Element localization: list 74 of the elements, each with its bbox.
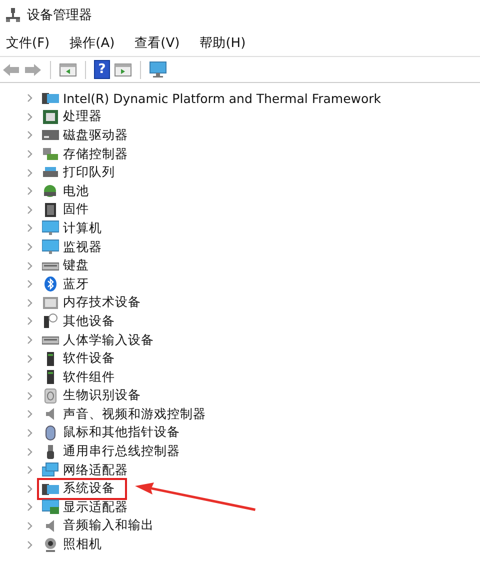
expand-chevron-icon[interactable] xyxy=(27,522,33,530)
chip-icon xyxy=(42,202,59,218)
expand-chevron-icon[interactable] xyxy=(27,392,33,400)
panel-button[interactable] xyxy=(114,62,132,78)
monitor-button[interactable] xyxy=(149,61,167,78)
tree-item-label: 人体学输入设备 xyxy=(63,332,154,349)
expand-chevron-icon[interactable] xyxy=(27,354,33,363)
tree-item-label: 打印队列 xyxy=(63,164,115,182)
expand-chevron-icon[interactable] xyxy=(27,94,33,102)
memory-card-icon xyxy=(42,294,59,311)
expand-chevron-icon[interactable] xyxy=(27,150,33,158)
tree-item-label: 监视器 xyxy=(63,238,102,256)
expand-chevron-icon[interactable] xyxy=(27,131,33,140)
tree-item-label: 通用串行总线控制器 xyxy=(63,443,180,460)
tree-item-label: 软件设备 xyxy=(63,350,115,368)
tree-item-label: 存储控制器 xyxy=(63,146,128,163)
expand-chevron-icon[interactable] xyxy=(27,336,33,344)
display-adapter-icon xyxy=(42,499,59,516)
fingerprint-icon xyxy=(42,388,59,404)
tree-item-label: 键盘 xyxy=(63,257,89,274)
tree-item-label: Intel(R) Dynamic Platform and Thermal Framework xyxy=(63,90,382,106)
expand-chevron-icon[interactable] xyxy=(27,317,33,326)
tree-item-label: 电池 xyxy=(63,182,89,200)
expand-chevron-icon[interactable] xyxy=(27,112,33,121)
bluetooth-icon xyxy=(42,276,59,292)
tree-item-label: 照相机 xyxy=(63,536,102,554)
menu-item[interactable]: 帮助(H) xyxy=(200,34,246,52)
tree-item-label: 显示适配器 xyxy=(63,498,128,516)
expand-chevron-icon[interactable] xyxy=(27,224,33,232)
camera-icon xyxy=(42,536,59,553)
tree-item-label: 其他设备 xyxy=(63,312,115,330)
expand-chevron-icon[interactable] xyxy=(27,373,33,382)
menu-item[interactable]: 查看(V) xyxy=(134,34,180,52)
menu-item[interactable]: 操作(A) xyxy=(70,34,115,52)
menu-item[interactable]: 文件(F) xyxy=(6,34,50,52)
help-button[interactable]: ? xyxy=(94,60,110,79)
expand-chevron-icon[interactable] xyxy=(27,540,33,549)
tree-item-label: 系统设备 xyxy=(63,480,115,498)
tree-item-label: 内存技术设备 xyxy=(63,294,141,312)
expand-chevron-icon[interactable] xyxy=(27,484,33,493)
tree-item-label: 固件 xyxy=(63,201,89,218)
expand-chevron-icon[interactable] xyxy=(27,410,33,418)
tree-item-label: 生物识别设备 xyxy=(63,387,141,404)
expand-chevron-icon[interactable] xyxy=(27,168,33,177)
expand-chevron-icon[interactable] xyxy=(27,243,33,252)
tree-item-label: 处理器 xyxy=(63,108,102,126)
expand-chevron-icon[interactable] xyxy=(27,466,33,474)
panel-button[interactable] xyxy=(59,62,77,78)
expand-chevron-icon[interactable] xyxy=(27,262,33,270)
tree-item-label: 软件组件 xyxy=(63,368,115,386)
window-title: 设备管理器 xyxy=(27,7,92,24)
tree-item-label: 计算机 xyxy=(63,220,102,237)
tree-item-label: 蓝牙 xyxy=(63,276,89,293)
storage-icon xyxy=(42,146,59,162)
tree-item-label: 磁盘驱动器 xyxy=(63,126,128,144)
chip-icon xyxy=(42,108,59,125)
monitor-icon xyxy=(42,220,59,236)
expand-chevron-icon[interactable] xyxy=(27,206,33,214)
network-icon xyxy=(42,462,59,478)
tree-item-label: 声音、视频和游戏控制器 xyxy=(63,406,206,423)
tree-item-label: 网络适配器 xyxy=(63,462,128,479)
expand-chevron-icon[interactable] xyxy=(27,428,33,437)
device-icon xyxy=(42,313,59,330)
tree-item-label: 音频输入和输出 xyxy=(63,517,154,534)
battery-icon xyxy=(42,183,59,200)
folder-icon xyxy=(42,90,59,106)
expand-chevron-icon[interactable] xyxy=(27,298,33,307)
device-manager-icon xyxy=(5,7,21,23)
monitor-icon xyxy=(42,239,59,256)
expand-chevron-icon[interactable] xyxy=(27,448,33,456)
expand-chevron-icon[interactable] xyxy=(27,187,33,196)
expand-chevron-icon[interactable] xyxy=(27,280,33,288)
tree-item-label: 鼠标和其他指针设备 xyxy=(63,424,180,442)
expand-chevron-icon[interactable] xyxy=(27,503,33,512)
